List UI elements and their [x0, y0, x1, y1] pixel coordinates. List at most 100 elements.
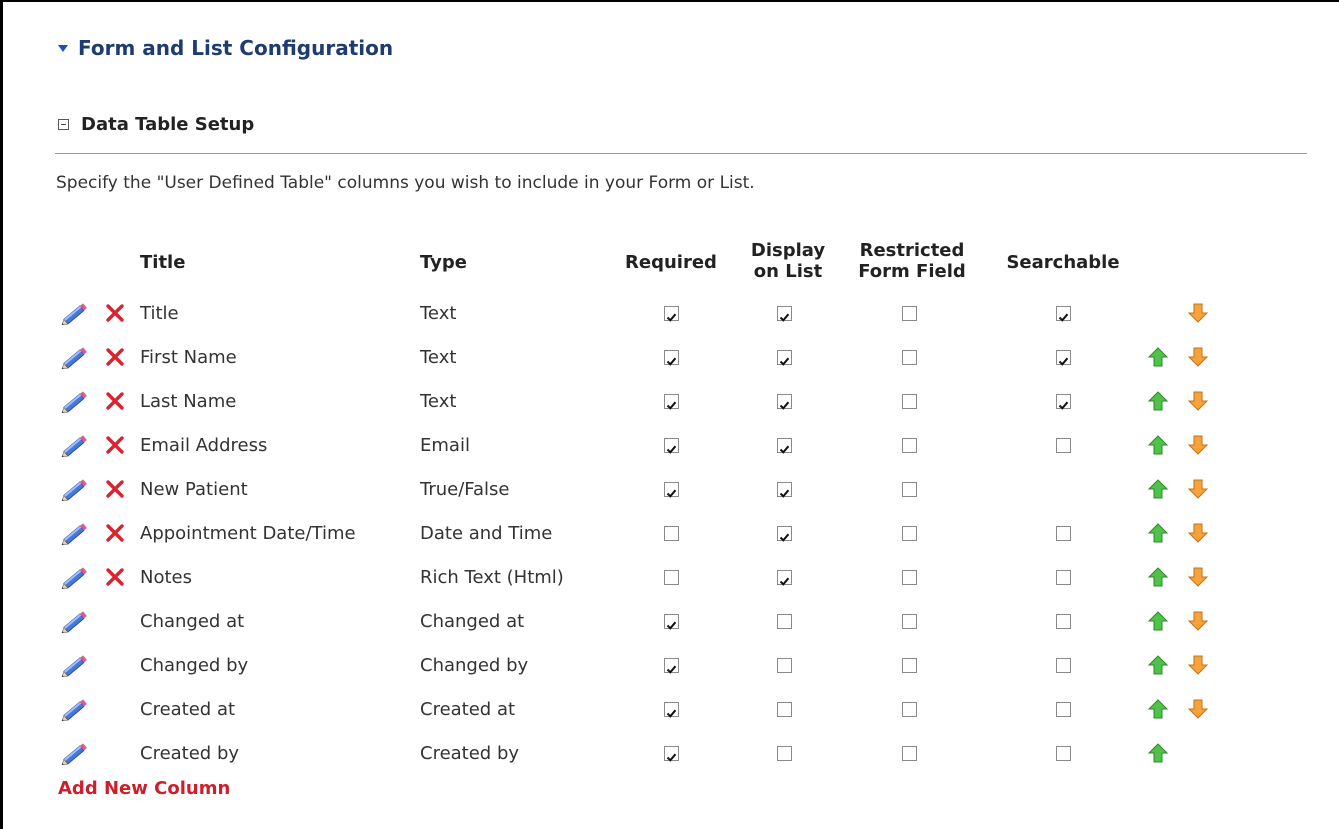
move-up-icon[interactable] [1147, 698, 1169, 720]
move-down-icon[interactable] [1187, 434, 1209, 456]
searchable-checkbox[interactable] [1056, 526, 1071, 541]
display-on-list-checkbox[interactable] [777, 438, 792, 454]
searchable-checkbox[interactable] [1056, 570, 1071, 585]
move-up-icon[interactable] [1147, 390, 1169, 412]
required-checkbox[interactable] [664, 306, 679, 322]
table-row: Appointment Date/Time Date and Time [0, 512, 1339, 556]
row-title: Last Name [140, 391, 237, 412]
check-mark-icon [666, 484, 677, 498]
row-title: Created by [140, 743, 240, 764]
move-down-icon[interactable] [1187, 346, 1209, 368]
delete-icon[interactable] [104, 390, 126, 412]
pencil-icon[interactable] [60, 347, 90, 370]
row-type: Created by [420, 743, 520, 764]
row-title: Appointment Date/Time [140, 523, 356, 544]
required-checkbox[interactable] [664, 570, 679, 585]
move-down-icon[interactable] [1187, 302, 1209, 324]
searchable-checkbox[interactable] [1056, 658, 1071, 673]
display-on-list-checkbox[interactable] [777, 482, 792, 498]
delete-icon[interactable] [104, 478, 126, 500]
restricted-form-field-checkbox[interactable] [902, 394, 917, 409]
searchable-checkbox[interactable] [1056, 702, 1071, 717]
pencil-icon[interactable] [60, 699, 90, 722]
delete-icon[interactable] [104, 346, 126, 368]
pencil-icon[interactable] [60, 479, 90, 502]
pencil-icon[interactable] [60, 611, 90, 634]
move-down-icon[interactable] [1187, 478, 1209, 500]
move-up-icon[interactable] [1147, 346, 1169, 368]
move-up-icon[interactable] [1147, 610, 1169, 632]
required-checkbox[interactable] [664, 438, 679, 454]
check-mark-icon [1058, 352, 1069, 366]
display-on-list-checkbox[interactable] [777, 526, 792, 542]
move-up-icon[interactable] [1147, 566, 1169, 588]
display-on-list-checkbox[interactable] [777, 570, 792, 586]
display-on-list-checkbox[interactable] [777, 394, 792, 410]
required-checkbox[interactable] [664, 350, 679, 366]
searchable-checkbox[interactable] [1056, 746, 1071, 761]
restricted-form-field-checkbox[interactable] [902, 350, 917, 365]
move-up-icon[interactable] [1147, 434, 1169, 456]
section-header[interactable]: Form and List Configuration [58, 36, 393, 60]
display-on-list-checkbox[interactable] [777, 614, 792, 629]
move-down-icon[interactable] [1187, 654, 1209, 676]
display-on-list-checkbox[interactable] [777, 306, 792, 322]
row-type: Created at [420, 699, 516, 720]
check-mark-icon [666, 352, 677, 366]
required-checkbox[interactable] [664, 482, 679, 498]
move-down-icon[interactable] [1187, 698, 1209, 720]
move-up-icon[interactable] [1147, 742, 1169, 764]
required-checkbox[interactable] [664, 746, 679, 762]
delete-icon[interactable] [104, 302, 126, 324]
add-new-column-link[interactable]: Add New Column [58, 778, 230, 799]
restricted-form-field-checkbox[interactable] [902, 306, 917, 321]
required-checkbox[interactable] [664, 658, 679, 674]
delete-icon[interactable] [104, 522, 126, 544]
searchable-checkbox[interactable] [1056, 614, 1071, 629]
pencil-icon[interactable] [60, 391, 90, 414]
restricted-form-field-checkbox[interactable] [902, 526, 917, 541]
pencil-icon[interactable] [60, 743, 90, 766]
restricted-form-field-checkbox[interactable] [902, 570, 917, 585]
row-type: Text [420, 391, 457, 412]
move-up-icon[interactable] [1147, 522, 1169, 544]
move-down-icon[interactable] [1187, 566, 1209, 588]
move-down-icon[interactable] [1187, 610, 1209, 632]
move-down-icon[interactable] [1187, 522, 1209, 544]
move-up-icon[interactable] [1147, 654, 1169, 676]
searchable-checkbox[interactable] [1056, 438, 1071, 453]
pencil-icon[interactable] [60, 303, 90, 326]
header-searchable: Searchable [1006, 252, 1120, 273]
move-up-icon[interactable] [1147, 478, 1169, 500]
restricted-form-field-checkbox[interactable] [902, 658, 917, 673]
required-checkbox[interactable] [664, 702, 679, 718]
restricted-form-field-checkbox[interactable] [902, 482, 917, 497]
check-mark-icon [666, 440, 677, 454]
subsection-header[interactable]: Data Table Setup [58, 114, 254, 135]
searchable-checkbox[interactable] [1056, 394, 1071, 410]
searchable-checkbox[interactable] [1056, 350, 1071, 366]
move-down-icon[interactable] [1187, 390, 1209, 412]
row-title: Email Address [140, 435, 268, 456]
collapse-icon[interactable] [58, 119, 69, 130]
required-checkbox[interactable] [664, 394, 679, 410]
pencil-icon[interactable] [60, 655, 90, 678]
delete-icon[interactable] [104, 434, 126, 456]
restricted-form-field-checkbox[interactable] [902, 614, 917, 629]
restricted-form-field-checkbox[interactable] [902, 438, 917, 453]
display-on-list-checkbox[interactable] [777, 746, 792, 761]
display-on-list-checkbox[interactable] [777, 658, 792, 673]
display-on-list-checkbox[interactable] [777, 350, 792, 366]
restricted-form-field-checkbox[interactable] [902, 746, 917, 761]
searchable-checkbox[interactable] [1056, 306, 1071, 322]
delete-icon[interactable] [104, 566, 126, 588]
required-checkbox[interactable] [664, 614, 679, 630]
pencil-icon[interactable] [60, 435, 90, 458]
restricted-form-field-checkbox[interactable] [902, 702, 917, 717]
expand-triangle-icon[interactable] [58, 44, 68, 52]
display-on-list-checkbox[interactable] [777, 702, 792, 717]
pencil-icon[interactable] [60, 567, 90, 590]
pencil-icon[interactable] [60, 523, 90, 546]
table-row: Changed by Changed by [0, 644, 1339, 688]
required-checkbox[interactable] [664, 526, 679, 541]
